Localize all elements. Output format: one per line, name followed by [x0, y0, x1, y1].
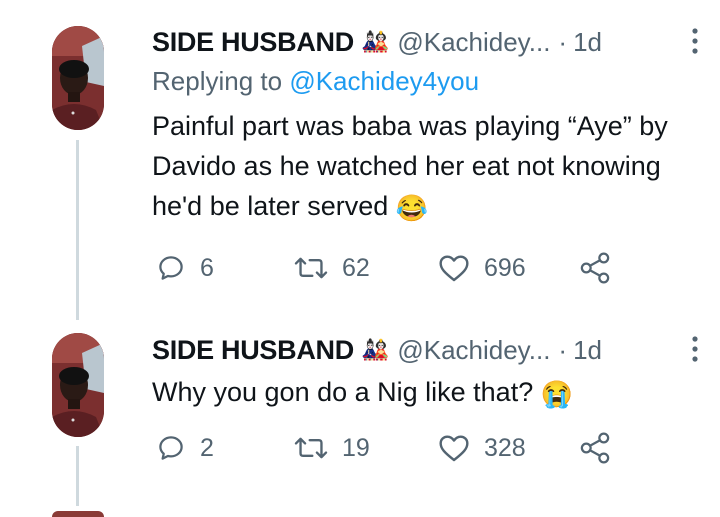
tweet-actions: 2 19 328 — [156, 428, 636, 468]
replying-to-label: Replying to — [152, 66, 283, 96]
tweet-actions: 6 62 696 — [156, 248, 636, 288]
tweet-1[interactable]: SIDE HUSBAND 🎎 @Kachidey... · 1d Replyin… — [152, 24, 698, 226]
separator-dot: · — [558, 26, 568, 57]
mention-link[interactable]: @Kachidey4you — [289, 66, 479, 96]
retweet-button[interactable]: 62 — [294, 248, 370, 288]
reply-count: 2 — [200, 433, 214, 462]
badge-emoji: 🎎 — [361, 337, 390, 362]
like-button[interactable]: 328 — [438, 428, 526, 468]
share-button[interactable] — [580, 248, 610, 293]
retweet-button[interactable]: 19 — [294, 428, 370, 468]
timestamp[interactable]: 1d — [573, 27, 602, 58]
like-button[interactable]: 696 — [438, 248, 526, 288]
laughing-emoji: 😂 — [395, 193, 429, 223]
retweet-count: 62 — [342, 253, 370, 282]
timestamp[interactable]: 1d — [573, 335, 602, 366]
share-button[interactable] — [580, 428, 610, 473]
heart-icon — [439, 255, 469, 282]
tweet-header: SIDE HUSBAND 🎎 @Kachidey... · 1d — [152, 24, 692, 60]
display-name[interactable]: SIDE HUSBAND — [152, 335, 354, 366]
user-handle[interactable]: @Kachidey... — [397, 27, 550, 58]
reply-button[interactable]: 2 — [156, 428, 214, 468]
more-vertical-icon[interactable] — [690, 26, 700, 56]
thread-line — [76, 140, 79, 320]
tweet-text: Painful part was baba was playing “Aye” … — [152, 106, 692, 226]
heart-icon — [439, 435, 469, 462]
tweet-2[interactable]: SIDE HUSBAND 🎎 @Kachidey... · 1d Why you… — [152, 332, 698, 412]
tweet-body: Why you gon do a Nig like that? — [152, 377, 534, 407]
reply-icon — [159, 256, 183, 280]
retweet-count: 19 — [342, 433, 370, 462]
retweet-icon — [294, 257, 328, 279]
share-icon — [580, 252, 610, 284]
like-count: 328 — [484, 433, 526, 462]
more-vertical-icon[interactable] — [690, 334, 700, 364]
separator-dot: · — [558, 334, 568, 365]
display-name[interactable]: SIDE HUSBAND — [152, 27, 354, 58]
like-count: 696 — [484, 253, 526, 282]
user-handle[interactable]: @Kachidey... — [397, 335, 550, 366]
retweet-icon — [294, 437, 328, 459]
share-icon — [580, 432, 610, 464]
avatar[interactable] — [52, 26, 104, 130]
reply-icon — [159, 436, 183, 460]
reply-button[interactable]: 6 — [156, 248, 214, 288]
avatar-partial[interactable] — [52, 511, 104, 517]
replying-to: Replying to @Kachidey4you — [152, 64, 692, 98]
avatar[interactable] — [52, 333, 104, 437]
crying-emoji: 😭 — [540, 379, 574, 409]
reply-count: 6 — [200, 253, 214, 282]
tweet-header: SIDE HUSBAND 🎎 @Kachidey... · 1d — [152, 332, 692, 368]
thread-line — [76, 446, 79, 506]
tweet-text: Why you gon do a Nig like that? 😭 — [152, 372, 692, 412]
badge-emoji: 🎎 — [361, 29, 390, 54]
